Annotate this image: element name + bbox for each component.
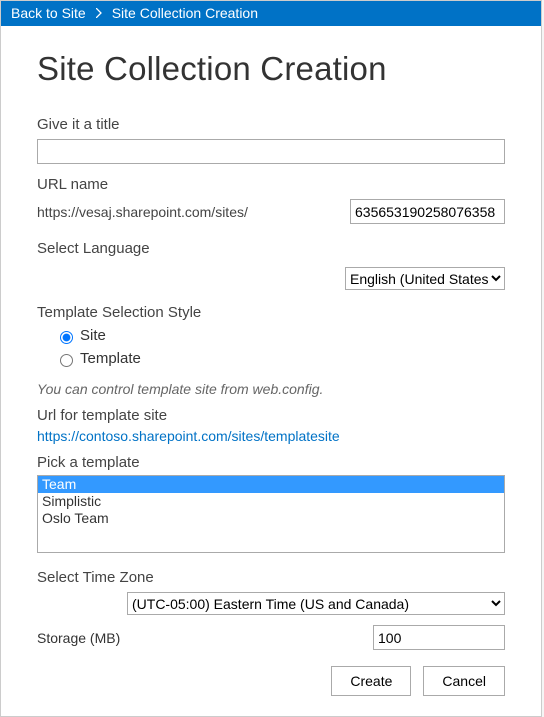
create-button[interactable]: Create: [331, 666, 411, 696]
template-style-label: Template Selection Style: [37, 304, 505, 321]
title-label: Give it a title: [37, 116, 505, 133]
cancel-button[interactable]: Cancel: [423, 666, 505, 696]
pick-template-label: Pick a template: [37, 454, 505, 471]
radio-template-label: Template: [80, 350, 141, 367]
page-title: Site Collection Creation: [37, 50, 505, 88]
content-area: Site Collection Creation Give it a title…: [1, 26, 541, 716]
button-row: Create Cancel: [37, 666, 505, 696]
list-item[interactable]: Team: [38, 476, 504, 493]
list-item[interactable]: Oslo Team: [38, 510, 504, 527]
url-label: URL name: [37, 176, 505, 193]
template-url-label: Url for template site: [37, 407, 505, 424]
url-id-input[interactable]: [350, 199, 505, 224]
title-input[interactable]: [37, 139, 505, 164]
breadcrumb-current: Site Collection Creation: [112, 5, 258, 21]
language-select[interactable]: English (United States): [345, 267, 505, 290]
page-container: Back to Site Site Collection Creation Si…: [0, 0, 542, 717]
storage-input[interactable]: [373, 625, 505, 650]
radio-site-label: Site: [80, 327, 106, 344]
list-item[interactable]: Simplistic: [38, 493, 504, 510]
breadcrumb-back-link[interactable]: Back to Site: [11, 5, 86, 21]
timezone-label: Select Time Zone: [37, 569, 505, 586]
template-url-link[interactable]: https://contoso.sharepoint.com/sites/tem…: [37, 428, 340, 444]
breadcrumb: Back to Site Site Collection Creation: [1, 1, 541, 26]
template-hint: You can control template site from web.c…: [37, 381, 505, 397]
timezone-select[interactable]: (UTC-05:00) Eastern Time (US and Canada): [127, 592, 505, 615]
timezone-row: (UTC-05:00) Eastern Time (US and Canada): [37, 592, 505, 615]
storage-label: Storage (MB): [37, 630, 120, 646]
radio-template[interactable]: [60, 354, 73, 367]
language-row: English (United States): [37, 267, 505, 290]
storage-row: Storage (MB): [37, 625, 505, 650]
chevron-right-icon: [96, 8, 102, 18]
url-row: https://vesaj.sharepoint.com/sites/: [37, 199, 505, 224]
template-style-radio-group: Site Template: [37, 327, 505, 367]
radio-site[interactable]: [60, 331, 73, 344]
language-label: Select Language: [37, 240, 505, 257]
template-listbox[interactable]: Team Simplistic Oslo Team: [37, 475, 505, 553]
url-base-text: https://vesaj.sharepoint.com/sites/: [37, 204, 248, 220]
